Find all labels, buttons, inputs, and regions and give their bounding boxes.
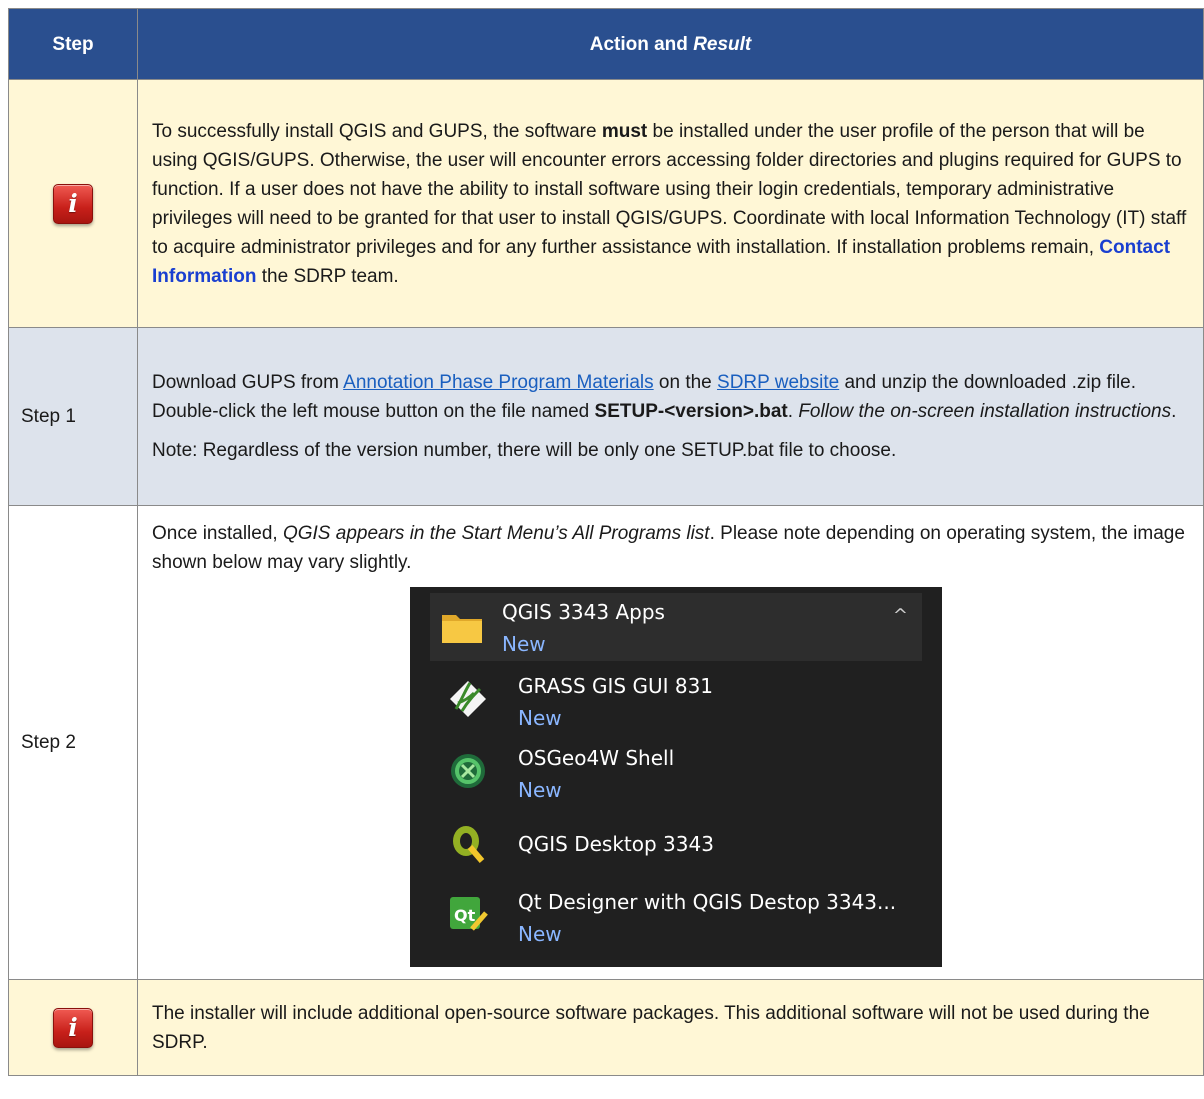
header-step-label: Step	[52, 33, 94, 55]
step-2-text: Once installed, QGIS appears in the Star…	[137, 505, 1204, 980]
note-icon-cell: i	[8, 79, 138, 328]
steps-table: Step Action and Result i To successfully…	[8, 8, 1204, 1076]
annotation-materials-link[interactable]: Annotation Phase Program Materials	[343, 372, 654, 393]
grass-icon	[450, 680, 486, 717]
setup-filename: SETUP-<version>.bat	[594, 401, 788, 422]
header-step: Step	[8, 8, 138, 80]
qgis-icon	[453, 825, 485, 863]
info-icon: i	[53, 183, 93, 224]
qt-icon: Qt	[450, 896, 488, 931]
step-2-label: Step 2	[8, 505, 138, 980]
new-badge: New	[518, 705, 562, 730]
step-1-note: Note: Regardless of the version number, …	[152, 440, 897, 461]
qgis-folder-entry[interactable]: QGIS 3343 Apps New ^	[430, 592, 922, 661]
note-row-1: i To successfully install QGIS and GUPS,…	[8, 79, 1204, 328]
svg-text:Qt: Qt	[454, 906, 476, 925]
folder-icon	[442, 614, 482, 643]
step-1-text: Download GUPS from Annotation Phase Prog…	[137, 327, 1204, 506]
step-2-row: Step 2 Once installed, QGIS appears in t…	[8, 505, 1204, 980]
header-result-label: Result	[693, 33, 752, 55]
must-emphasis: must	[601, 120, 648, 142]
note-row-2: i The installer will include additional …	[8, 979, 1204, 1076]
note-icon-cell: i	[8, 979, 138, 1076]
note-text-1: To successfully install QGIS and GUPS, t…	[137, 79, 1204, 328]
start-menu-screenshot: QGIS 3343 Apps New ^ GRASS GIS GUI 831 N…	[410, 586, 942, 967]
folder-name: QGIS 3343 Apps	[502, 599, 665, 624]
new-badge: New	[518, 777, 562, 802]
info-icon: i	[53, 1007, 93, 1048]
sdrp-website-link[interactable]: SDRP website	[717, 372, 839, 393]
header-action: Action and Result	[137, 8, 1204, 80]
menu-item-qt-designer[interactable]: Qt Qt Designer with QGIS Destop 3343... …	[410, 879, 942, 955]
step-1-row: Step 1 Download GUPS from Annotation Pha…	[8, 327, 1204, 506]
menu-item-grass[interactable]: GRASS GIS GUI 831 New	[410, 665, 942, 737]
menu-item-qgis-desktop[interactable]: QGIS Desktop 3343	[410, 813, 942, 875]
step-1-label: Step 1	[8, 327, 138, 506]
new-badge: New	[518, 921, 562, 946]
menu-item-osgeo4w[interactable]: OSGeo4W Shell New	[410, 737, 942, 809]
chevron-up-icon[interactable]: ^	[893, 601, 908, 630]
new-badge: New	[502, 631, 546, 656]
header-row: Step Action and Result	[8, 8, 1204, 80]
osgeo-icon	[451, 753, 485, 788]
note-text-2: The installer will include additional op…	[137, 979, 1204, 1076]
header-action-label: Action and	[589, 33, 694, 55]
